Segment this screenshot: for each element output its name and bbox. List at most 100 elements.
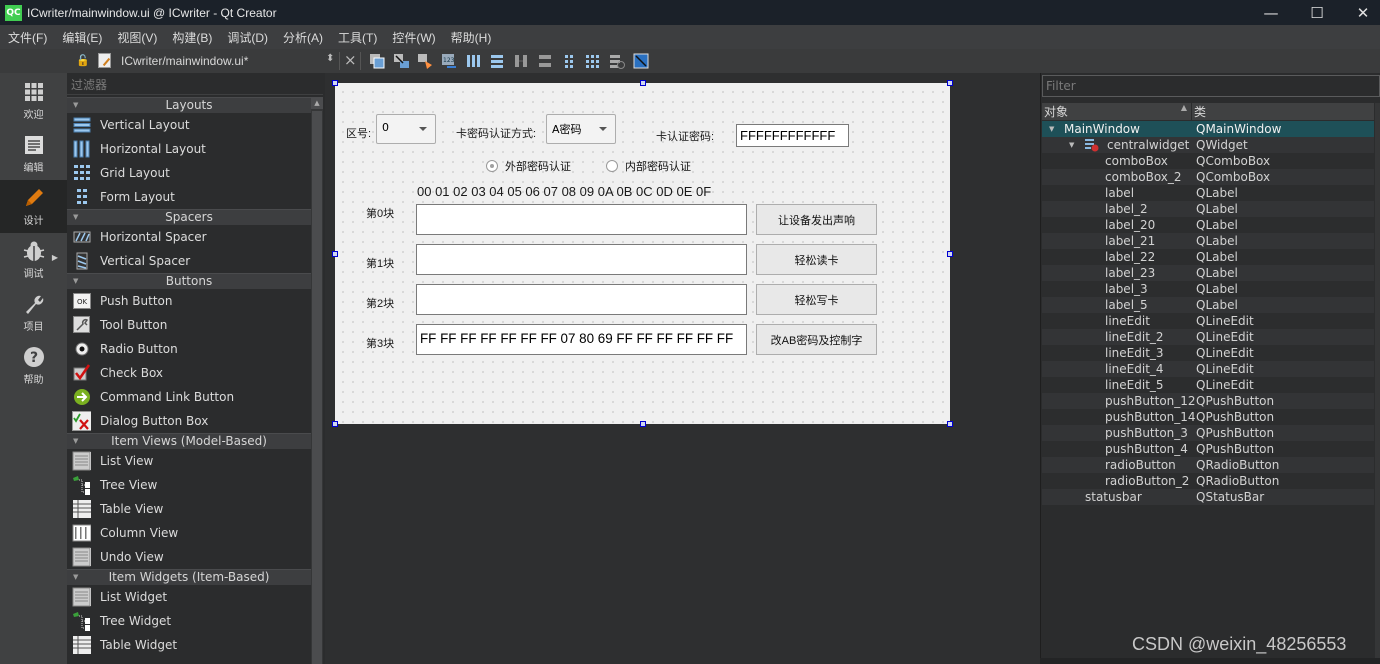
resize-handle[interactable]	[640, 80, 646, 86]
object-tree-row[interactable]: label_22 QLabel	[1042, 249, 1374, 265]
column-header-class[interactable]: 类	[1192, 103, 1206, 120]
beep-button[interactable]: 让设备发出声响	[756, 204, 877, 235]
object-tree-row[interactable]: statusbar QStatusBar	[1042, 489, 1374, 505]
close-document-icon[interactable]: ×	[344, 51, 357, 69]
adjust-size-icon[interactable]	[633, 53, 649, 69]
file-switcher-icon[interactable]: ⬍	[326, 53, 334, 64]
mode-edit[interactable]: 编辑	[0, 127, 67, 180]
category-spacers[interactable]: ▼ Spacers	[67, 209, 311, 225]
widget-horizontal-layout[interactable]: Horizontal Layout	[67, 137, 311, 161]
object-tree-row[interactable]: lineEdit_3 QLineEdit	[1042, 345, 1374, 361]
mode-design[interactable]: 设计	[0, 180, 67, 233]
external-password-radio[interactable]: 外部密码认证	[486, 158, 571, 174]
widget-radio-button[interactable]: Radio Button	[67, 337, 311, 361]
open-file-name[interactable]: ICwriter/mainwindow.ui*	[121, 54, 248, 68]
layout-form-icon[interactable]	[561, 53, 577, 69]
break-layout-icon[interactable]	[609, 53, 625, 69]
inspector-scrollbar[interactable]	[1375, 103, 1380, 664]
menu-build[interactable]: 构建(B)	[168, 29, 216, 46]
layout-v-splitter-icon[interactable]	[537, 53, 553, 69]
widget-table-view[interactable]: Table View	[67, 497, 311, 521]
widget-check-box[interactable]: Check Box	[67, 361, 311, 385]
expand-arrow-icon[interactable]: ▶	[52, 253, 58, 262]
lock-icon[interactable]: 🔓	[76, 54, 90, 67]
object-tree-row[interactable]: label_5 QLabel	[1042, 297, 1374, 313]
object-tree-row[interactable]: label_3 QLabel	[1042, 281, 1374, 297]
menu-tools[interactable]: 工具(T)	[334, 29, 381, 46]
widget-undo-view[interactable]: Undo View	[67, 545, 311, 569]
category-item-views[interactable]: ▼ Item Views (Model-Based)	[67, 433, 311, 449]
layout-grid-icon[interactable]	[585, 53, 601, 69]
mode-help[interactable]: ? 帮助	[0, 339, 67, 392]
widget-horizontal-spacer[interactable]: Horizontal Spacer	[67, 225, 311, 249]
object-filter-input[interactable]: Filter	[1042, 75, 1380, 97]
resize-handle[interactable]	[947, 251, 953, 257]
sector-combobox[interactable]: 0	[376, 114, 436, 144]
object-tree-row[interactable]: lineEdit_5 QLineEdit	[1042, 377, 1374, 393]
widget-tree-widget[interactable]: Tree Widget	[67, 609, 311, 633]
layout-h-splitter-icon[interactable]	[513, 53, 529, 69]
widget-form-layout[interactable]: Form Layout	[67, 185, 311, 209]
category-item-widgets[interactable]: ▼ Item Widgets (Item-Based)	[67, 569, 311, 585]
resize-handle[interactable]	[332, 421, 338, 427]
resize-handle[interactable]	[640, 421, 646, 427]
object-tree-row[interactable]: label_20 QLabel	[1042, 217, 1374, 233]
edit-tab-order-icon[interactable]: 123	[441, 53, 457, 69]
card-password-input[interactable]: FFFFFFFFFFFF	[736, 124, 849, 147]
resize-handle[interactable]	[947, 80, 953, 86]
object-tree-row[interactable]: ▼ centralwidget QWidget	[1042, 137, 1374, 153]
widget-tool-button[interactable]: Tool Button	[67, 313, 311, 337]
object-tree-row[interactable]: lineEdit QLineEdit	[1042, 313, 1374, 329]
menu-analyze[interactable]: 分析(A)	[279, 29, 327, 46]
mode-projects[interactable]: 项目	[0, 286, 67, 339]
object-tree-row[interactable]: pushButton_12 QPushButton	[1042, 393, 1374, 409]
widget-tree-view[interactable]: Tree View	[67, 473, 311, 497]
menu-debug[interactable]: 调试(D)	[223, 29, 272, 46]
mode-welcome[interactable]: 欢迎	[0, 74, 67, 127]
widget-list-view[interactable]: List View	[67, 449, 311, 473]
layout-vertical-icon[interactable]	[489, 53, 505, 69]
maximize-button[interactable]: ☐	[1294, 0, 1340, 25]
menu-file[interactable]: 文件(F)	[4, 29, 51, 46]
object-tree-row[interactable]: comboBox_2 QComboBox	[1042, 169, 1374, 185]
widget-vertical-layout[interactable]: Vertical Layout	[67, 113, 311, 137]
menu-widgets[interactable]: 控件(W)	[388, 29, 439, 46]
layout-horizontal-icon[interactable]	[465, 53, 481, 69]
widget-box-scrollbar[interactable]: ▲	[311, 97, 323, 664]
object-tree-row[interactable]: lineEdit_2 QLineEdit	[1042, 329, 1374, 345]
category-layouts[interactable]: ▼ Layouts	[67, 97, 311, 113]
object-tree-row[interactable]: radioButton QRadioButton	[1042, 457, 1374, 473]
menu-edit[interactable]: 编辑(E)	[58, 29, 106, 46]
column-header-object[interactable]: 对象 ▲	[1042, 103, 1192, 120]
read-card-button[interactable]: 轻松读卡	[756, 244, 877, 275]
scroll-up-icon[interactable]: ▲	[311, 97, 323, 109]
object-tree-row[interactable]: label_23 QLabel	[1042, 265, 1374, 281]
block-2-input[interactable]	[416, 284, 747, 315]
widget-command-link-button[interactable]: Command Link Button	[67, 385, 311, 409]
edit-buddies-icon[interactable]	[417, 53, 433, 69]
widget-table-widget[interactable]: Table Widget	[67, 633, 311, 657]
object-tree-row[interactable]: label_21 QLabel	[1042, 233, 1374, 249]
change-ab-password-button[interactable]: 改AB密码及控制字	[756, 324, 877, 355]
write-card-button[interactable]: 轻松写卡	[756, 284, 877, 315]
object-tree-row[interactable]: pushButton_4 QPushButton	[1042, 441, 1374, 457]
expand-arrow-icon[interactable]: ▼	[1069, 137, 1074, 153]
object-tree-row[interactable]: pushButton_3 QPushButton	[1042, 425, 1374, 441]
resize-handle[interactable]	[332, 80, 338, 86]
expand-arrow-icon[interactable]: ▼	[1049, 121, 1054, 137]
block-0-input[interactable]	[416, 204, 747, 235]
widget-filter-input[interactable]: 过滤器	[67, 75, 323, 95]
menu-view[interactable]: 视图(V)	[113, 29, 161, 46]
object-tree-row[interactable]: comboBox QComboBox	[1042, 153, 1374, 169]
object-tree-row[interactable]: pushButton_14 QPushButton	[1042, 409, 1374, 425]
object-tree-row[interactable]: label QLabel	[1042, 185, 1374, 201]
object-tree-row[interactable]: ▼ MainWindow QMainWindow	[1042, 121, 1374, 137]
block-3-input[interactable]: FF FF FF FF FF FF FF 07 80 69 FF FF FF F…	[416, 324, 747, 355]
minimize-button[interactable]: —	[1248, 0, 1294, 25]
widget-push-button[interactable]: OK Push Button	[67, 289, 311, 313]
widget-grid-layout[interactable]: Grid Layout	[67, 161, 311, 185]
internal-password-radio[interactable]: 内部密码认证	[606, 158, 691, 174]
object-tree-row[interactable]: label_2 QLabel	[1042, 201, 1374, 217]
mode-debug[interactable]: ▶ 调试	[0, 233, 67, 286]
object-tree-row[interactable]: radioButton_2 QRadioButton	[1042, 473, 1374, 489]
